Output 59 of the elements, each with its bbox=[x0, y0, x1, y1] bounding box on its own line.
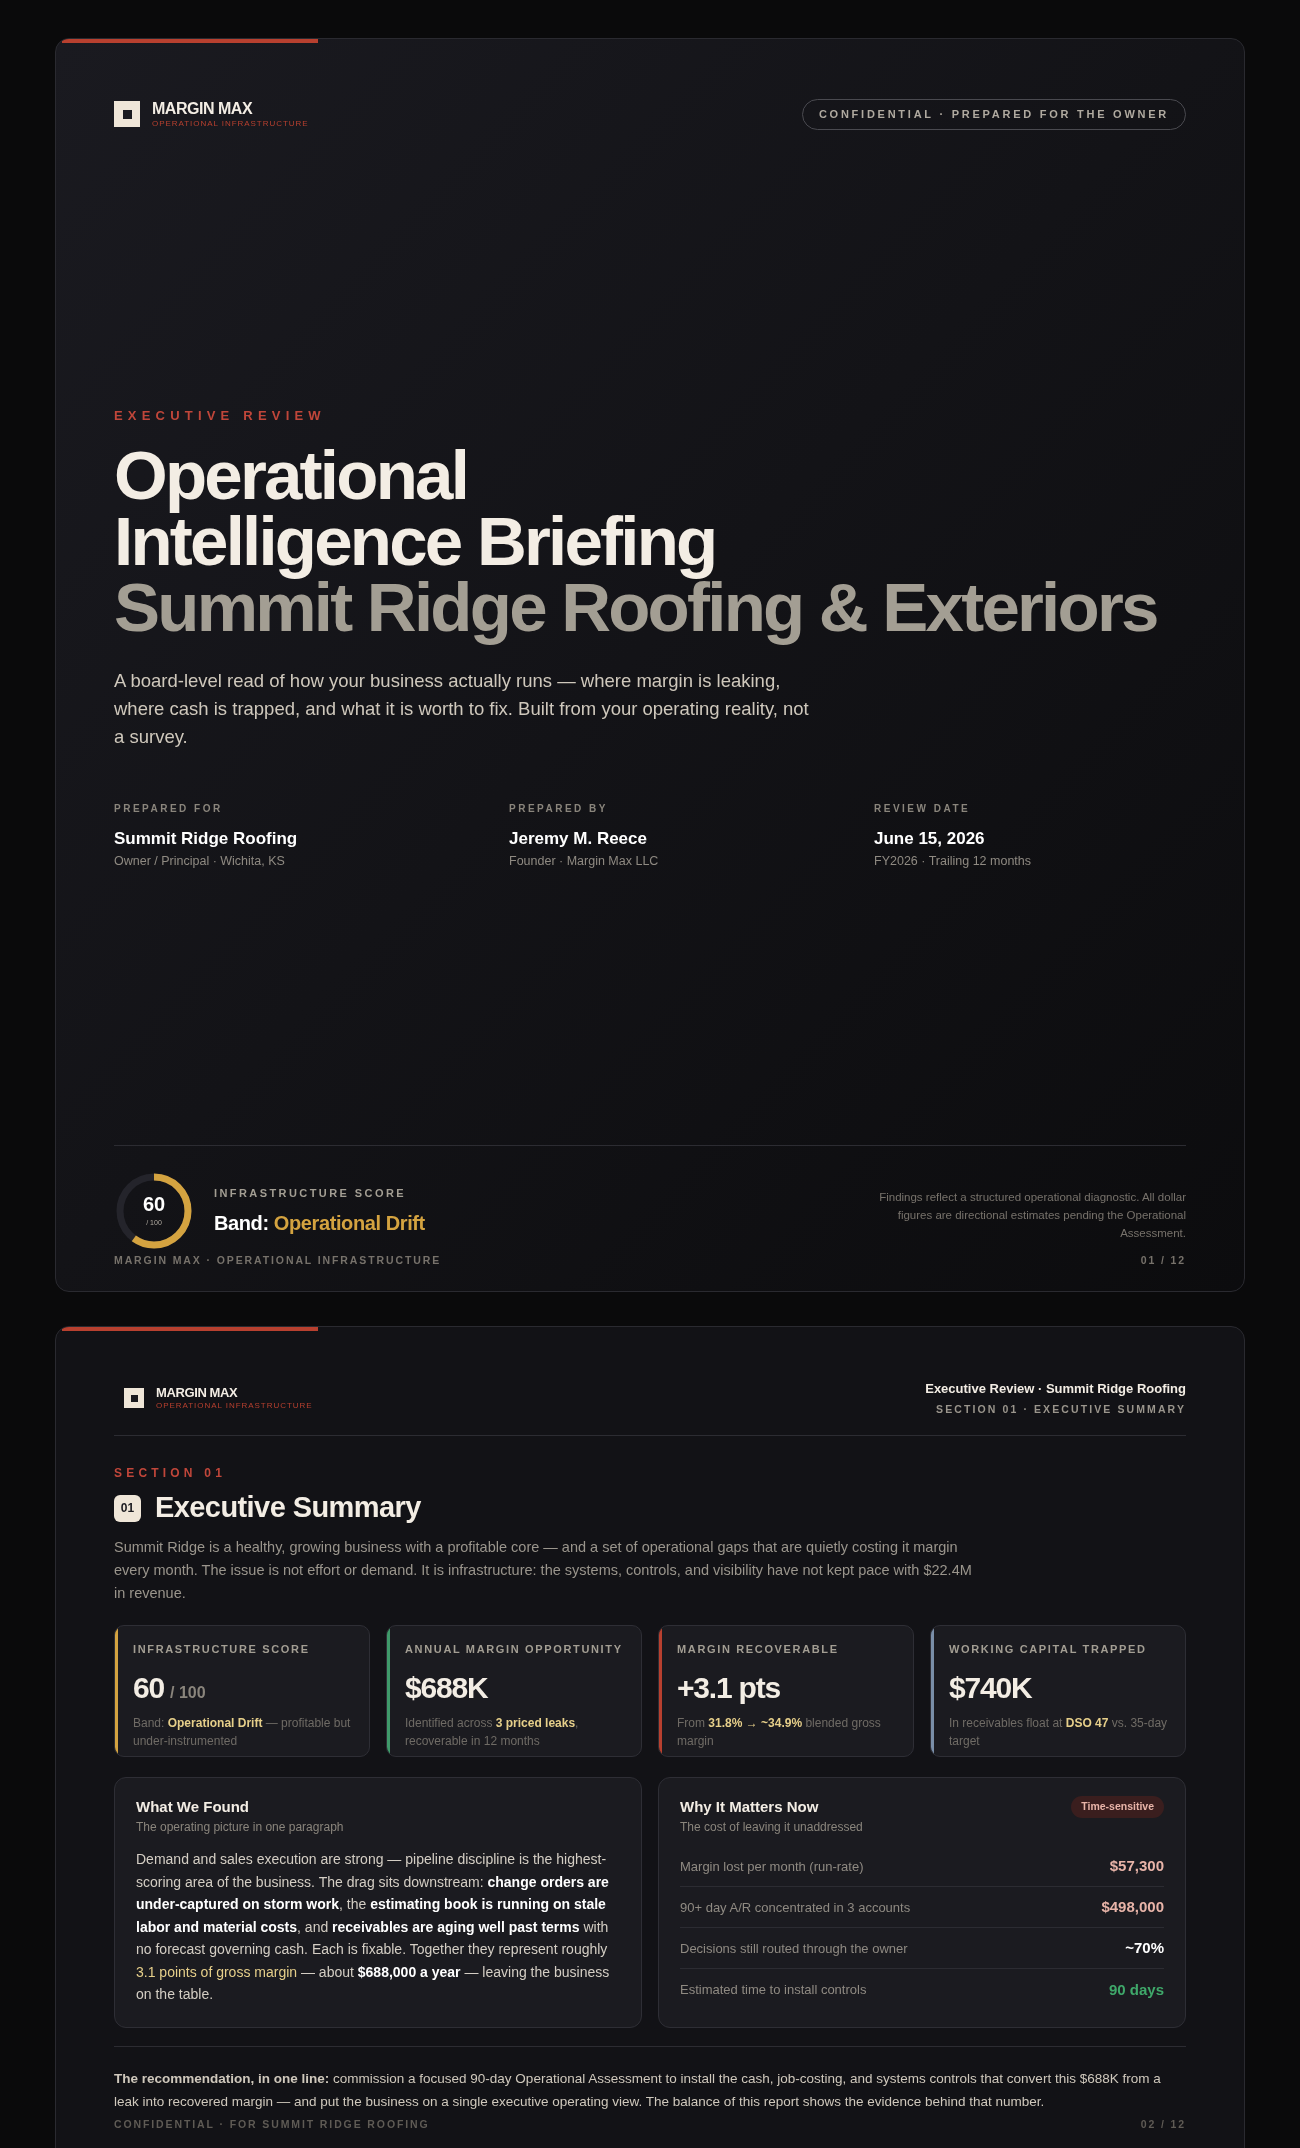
header-subtitle: SECTION 01 · EXECUTIVE SUMMARY bbox=[936, 1401, 1186, 1417]
score-value: 60 bbox=[142, 1194, 166, 1214]
panel-subtitle: The operating picture in one paragraph bbox=[136, 1819, 345, 1837]
brand-name: MARGIN MAX bbox=[152, 100, 254, 117]
kpi-label: INFRASTRUCTURE SCORE bbox=[133, 1641, 311, 1657]
kpi-label: ANNUAL MARGIN OPPORTUNITY bbox=[405, 1641, 624, 1657]
meta-label: PREPARED BY bbox=[509, 802, 609, 816]
kpi-value: $740K bbox=[949, 1670, 1032, 1707]
meta-sub: FY2026 · Trailing 12 months bbox=[874, 852, 1033, 870]
metric-value: $498,000 bbox=[1101, 1897, 1164, 1917]
meta-sub: Founder · Margin Max LLC bbox=[509, 852, 660, 870]
meta-sub: Owner / Principal · Wichita, KS bbox=[114, 852, 286, 870]
logo-icon bbox=[124, 1388, 144, 1409]
findings-paragraph: Demand and sales execution are strong — pipeline discipline is the highest-scoring area of the business. The drag sits downstream: change orders are under-captured on storm work, the estimating book is running on stale labor and material costs, and receivables are aging well past terms with no forecast governing cash. Each is fixable. Together they represent roughly 3.1 points of gross margin — about $688,000 a year — leaving the business on the table. bbox=[136, 1850, 611, 2005]
intro-paragraph: Summit Ridge is a healthy, growing business with a profitable core — and a set of operational gaps that are quietly costing it margin every month. The issue is not effort or demand. It is infrastructure: the systems, controls, and visibility have not kept pace with $22.4M in revenue. bbox=[114, 1537, 973, 1603]
eyebrow: EXECUTIVE REVIEW bbox=[114, 406, 327, 425]
metric-value: ~70% bbox=[1125, 1938, 1164, 1958]
lead-paragraph: A board-level read of how your business actually runs — where margin is leaking, where cash is trapped, and what it is worth to fix. Built from your operating reality, not a survey. bbox=[114, 669, 810, 749]
kpi-value: +3.1 pts bbox=[677, 1670, 780, 1707]
panel-subtitle: The cost of leaving it unaddressed bbox=[680, 1819, 863, 1837]
metric-value: $57,300 bbox=[1109, 1856, 1164, 1876]
time-sensitive-badge: Time-sensitive bbox=[1071, 1795, 1164, 1818]
meta-value: Summit Ridge Roofing bbox=[114, 828, 299, 850]
score-label: INFRASTRUCTURE SCORE bbox=[214, 1186, 407, 1201]
section-number: 01 bbox=[114, 1494, 141, 1522]
kpi-label: WORKING CAPITAL TRAPPED bbox=[949, 1641, 1148, 1657]
panel-title: What We Found bbox=[136, 1796, 251, 1817]
metric-label: 90+ day A/R concentrated in 3 accounts bbox=[680, 1898, 911, 1917]
metric-label: Estimated time to install controls bbox=[680, 1981, 867, 1999]
recommendation: The recommendation, in one line: commission a focused 90-day Operational Assessment to install the cash, job-costing, and systems controls that convert this $688K from a leak into recovered margin — and put the business on a single executive operating view. The balance of this report shows the evidence behind that number. bbox=[114, 2069, 1162, 2111]
kpi-note: From 31.8% → ~34.9% blended gross margin bbox=[677, 1715, 882, 1751]
meta-label: PREPARED FOR bbox=[114, 802, 224, 816]
brand-tagline: OPERATIONAL INFRASTRUCTURE bbox=[156, 1402, 313, 1411]
kpi-value: 60 bbox=[133, 1670, 164, 1707]
brand-tagline: OPERATIONAL INFRASTRUCTURE bbox=[152, 119, 309, 128]
panel-title: Why It Matters Now bbox=[680, 1796, 820, 1817]
meta-value: June 15, 2026 bbox=[874, 828, 986, 850]
kpi-note: Band: Operational Drift — profitable but under-instrumented bbox=[133, 1715, 352, 1751]
kpi-value: $688K bbox=[405, 1670, 488, 1707]
page-number: 01 / 12 bbox=[1140, 1253, 1186, 1269]
metric-value: 90 days bbox=[1108, 1979, 1164, 2000]
kpi-label: MARGIN RECOVERABLE bbox=[677, 1641, 840, 1657]
logo-icon bbox=[114, 101, 140, 128]
meta-label: REVIEW DATE bbox=[874, 802, 972, 816]
metric-label: Margin lost per month (run-rate) bbox=[680, 1857, 864, 1876]
section-eyebrow: SECTION 01 bbox=[114, 1465, 228, 1483]
band-label: Band: Operational Drift bbox=[214, 1210, 425, 1236]
section-title: Executive Summary bbox=[155, 1490, 421, 1526]
brand-name: MARGIN MAX bbox=[156, 1386, 239, 1400]
metric-label: Decisions still routed through the owner bbox=[680, 1939, 908, 1958]
kpi-note: In receivables float at DSO 47 vs. 35-day target bbox=[949, 1715, 1169, 1751]
page-number: 02 / 12 bbox=[1140, 2116, 1186, 2132]
header-title: Executive Review · Summit Ridge Roofing bbox=[925, 1380, 1186, 1398]
meta-value: Jeremy M. Reece bbox=[509, 828, 648, 850]
footer-text: CONFIDENTIAL · FOR SUMMIT RIDGE ROOFING bbox=[114, 2116, 430, 2132]
kpi-note: Identified across 3 priced leaks, recoverable in 12 months bbox=[405, 1715, 580, 1751]
footer-text: MARGIN MAX · OPERATIONAL INFRASTRUCTURE bbox=[114, 1253, 442, 1269]
disclaimer: Findings reflect a structured operational diagnostic. All dollar figures are directional estimates pending the Operational Assessment. bbox=[878, 1190, 1186, 1242]
kpi-unit: / 100 bbox=[170, 1683, 206, 1704]
